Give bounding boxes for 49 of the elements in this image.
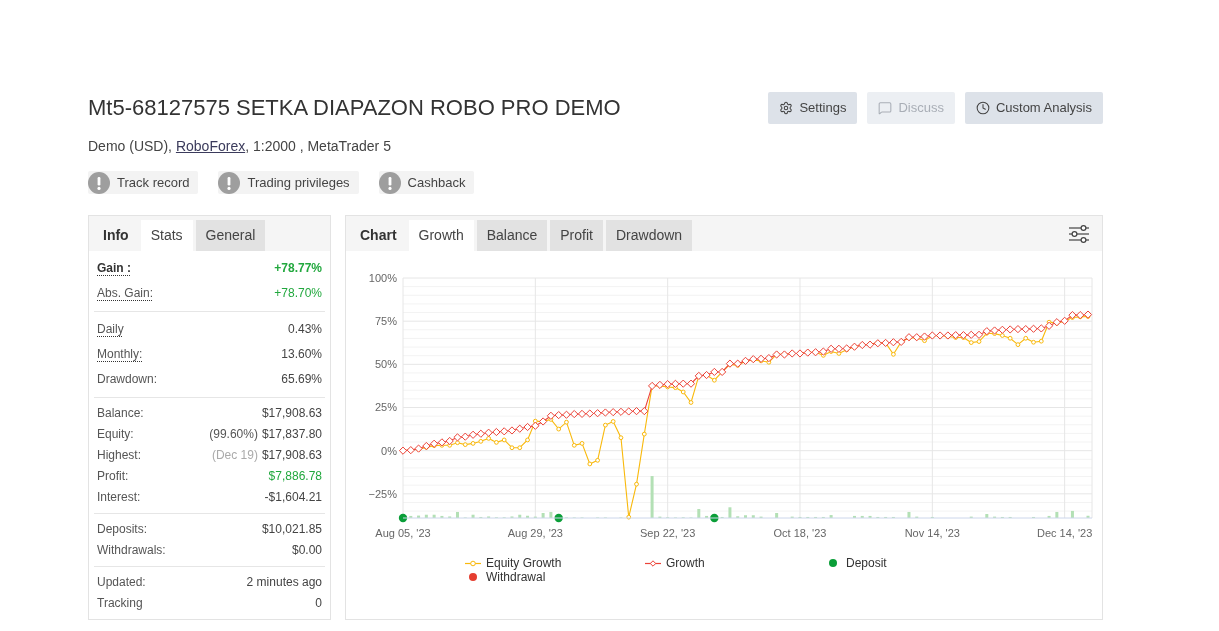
stat-label: Deposits: bbox=[97, 520, 148, 538]
stat-value: $10,021.85 bbox=[261, 520, 322, 538]
x-axis-label: Nov 14, '23 bbox=[904, 527, 960, 539]
stat-label: Updated: bbox=[97, 573, 146, 591]
badge-label: Trading privileges bbox=[247, 173, 350, 192]
stat-value: -$1,604.21 bbox=[264, 488, 322, 506]
stat-value: 0 bbox=[315, 594, 322, 612]
y-axis-label: −25% bbox=[368, 487, 397, 500]
stat-value: $7,886.78 bbox=[268, 467, 322, 485]
stat-value: +78.70% bbox=[274, 284, 322, 302]
stat-label: Highest: bbox=[97, 446, 142, 464]
account-info: Demo (USD), RoboForex, 1:2000 , MetaTrader 5 bbox=[88, 137, 392, 156]
stat-label: Interest: bbox=[97, 488, 141, 506]
panel-title: Info bbox=[102, 226, 130, 245]
x-axis-label: Oct 18, '23 bbox=[773, 527, 827, 539]
badge-label: Track record bbox=[117, 173, 190, 192]
y-axis-label: 75% bbox=[374, 315, 397, 328]
y-axis-label: 100% bbox=[368, 272, 397, 284]
stat-label: Gain : bbox=[97, 259, 131, 277]
y-axis-label: 0% bbox=[381, 444, 397, 457]
y-axis-label: 50% bbox=[374, 358, 397, 371]
badge-label: Cashback bbox=[407, 173, 466, 192]
stat-value: 13.60% bbox=[281, 345, 322, 363]
panel-title: Chart bbox=[359, 226, 398, 245]
stat-label: Equity: bbox=[97, 425, 134, 443]
stat-label: Balance: bbox=[97, 404, 144, 422]
stat-note: (99.60%) bbox=[209, 425, 258, 443]
stat-value: $17,908.63 bbox=[261, 404, 322, 422]
page-title: Mt5-68127575 SETKA DIAPAZON ROBO PRO DEMO bbox=[88, 94, 621, 122]
stat-value: 65.69% bbox=[281, 370, 322, 388]
x-axis-label: Sep 22, '23 bbox=[640, 527, 696, 539]
stat-label: Tracking bbox=[97, 594, 143, 612]
stat-value: 0.43% bbox=[287, 320, 322, 338]
stat-label: Drawdown: bbox=[97, 370, 158, 388]
stat-note: (Dec 19) bbox=[211, 446, 258, 464]
x-axis-label: Aug 29, '23 bbox=[507, 527, 563, 539]
stat-label: Abs. Gain: bbox=[97, 284, 154, 302]
x-axis-label: Aug 05, '23 bbox=[375, 527, 431, 539]
stat-value: $17,837.80 bbox=[261, 425, 322, 443]
stat-label: Profit: bbox=[97, 467, 129, 485]
stat-value: +78.77% bbox=[274, 259, 322, 277]
stat-label: Monthly: bbox=[97, 345, 143, 363]
y-axis-label: 25% bbox=[374, 401, 397, 414]
stat-value: 2 minutes ago bbox=[246, 573, 322, 591]
stat-label: Daily bbox=[97, 320, 124, 338]
stat-value: $0.00 bbox=[291, 541, 322, 559]
stat-label: Withdrawals: bbox=[97, 541, 166, 559]
stat-value: $17,908.63 bbox=[261, 446, 322, 464]
x-axis-label: Dec 14, '23 bbox=[1037, 527, 1093, 539]
